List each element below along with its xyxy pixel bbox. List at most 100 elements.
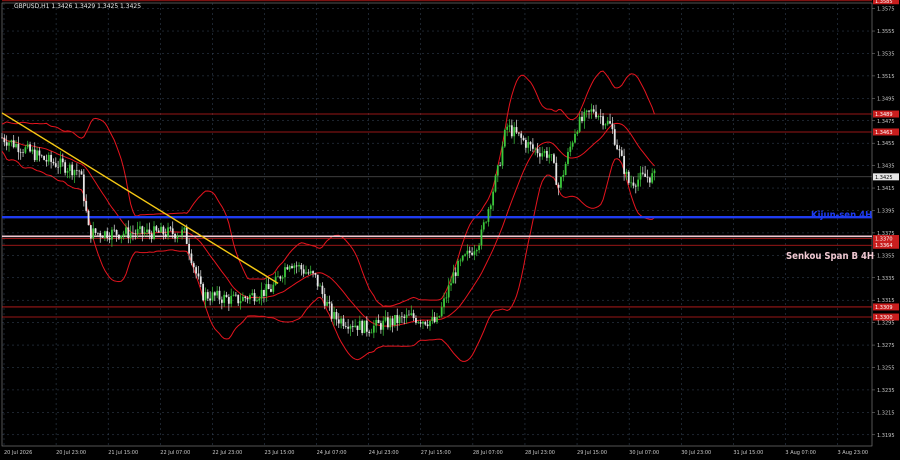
candle-body — [38, 150, 41, 156]
candle-body — [1, 137, 3, 139]
candle-body — [370, 332, 373, 334]
chart-window: 1.3585 1.3489 1.3463 1.3370 1.3364 1.3309 1.33… — [0, 0, 900, 460]
candle-body — [398, 316, 401, 324]
candle-body — [174, 234, 176, 239]
candle-body — [108, 238, 111, 240]
candle-body — [569, 146, 572, 152]
candle-body — [634, 185, 637, 187]
candle-body — [66, 170, 69, 173]
x-tick-label: 30 Jul 07:00 — [629, 450, 659, 456]
candle-body — [153, 226, 155, 239]
candle-body — [489, 205, 492, 210]
price-axis: 1.35751.35551.35351.35151.34951.34751.34… — [872, 7, 895, 439]
candle-body — [653, 170, 656, 174]
candle-body — [616, 144, 618, 150]
candle-body — [218, 290, 221, 300]
candle-body — [206, 292, 209, 299]
candle-body — [127, 227, 130, 239]
candle-body — [19, 152, 22, 153]
candle-body — [274, 276, 277, 285]
candle-body — [648, 177, 651, 183]
candle-body — [101, 236, 104, 238]
candle-body — [52, 161, 55, 164]
candle-body — [15, 144, 17, 148]
candle-body — [298, 265, 300, 267]
y-tick-label: 1.3215 — [877, 410, 895, 416]
candle-body — [263, 289, 265, 296]
candle-body — [260, 289, 263, 299]
candle-body — [82, 174, 85, 202]
plot-frame — [1, 2, 873, 447]
candle-body — [89, 225, 92, 239]
candle-body — [384, 317, 387, 321]
candle-body — [57, 166, 60, 168]
candle-body — [410, 313, 413, 316]
candle-body — [309, 271, 312, 274]
candle-body — [148, 229, 151, 234]
candle-body — [176, 236, 179, 239]
candle-body — [232, 294, 235, 296]
candle-body — [510, 125, 513, 137]
candle-body — [204, 292, 207, 301]
candle-body — [567, 151, 569, 165]
candle-body — [611, 123, 614, 130]
candle-body — [450, 283, 452, 286]
candle-body — [515, 127, 518, 133]
candle-body — [43, 156, 45, 160]
candle-body — [543, 150, 546, 154]
candle-body — [277, 276, 279, 278]
candle-body — [241, 296, 244, 302]
candle-body — [26, 144, 29, 148]
candle-body — [529, 142, 532, 145]
candle-body — [307, 272, 310, 274]
candle-body — [609, 121, 611, 124]
candle-body — [106, 231, 109, 239]
current-price-label: 1.3425 — [875, 175, 893, 181]
candle-body — [61, 158, 64, 163]
candle-body — [326, 301, 328, 306]
y-tick-label: 1.3475 — [877, 119, 895, 125]
candle-body — [417, 322, 420, 323]
y-tick-label: 1.3375 — [877, 231, 895, 237]
candle-body — [461, 255, 464, 261]
candle-body — [40, 155, 43, 157]
candle-body — [54, 163, 57, 167]
y-tick-label: 1.3435 — [877, 164, 895, 170]
candle-body — [300, 265, 303, 270]
candle-body — [104, 231, 106, 238]
candle-body — [202, 283, 205, 301]
candle-body — [646, 176, 649, 178]
candle-body — [576, 131, 579, 134]
candle-body — [524, 139, 527, 148]
candle-body — [230, 295, 233, 304]
candle-body — [641, 172, 644, 174]
candle-body — [625, 171, 628, 174]
candle-body — [167, 227, 169, 237]
candle-body — [361, 320, 364, 334]
candle-body — [623, 155, 625, 174]
candle-body — [494, 175, 497, 192]
descending-trendline — [1, 112, 279, 284]
candle-body — [12, 140, 15, 148]
y-tick-label: 1.3355 — [877, 253, 895, 259]
candle-body — [485, 221, 488, 223]
candle-body — [564, 164, 567, 175]
candle-body — [146, 229, 148, 233]
candle-body — [492, 191, 495, 206]
candle-body — [452, 272, 455, 284]
candle-body — [534, 148, 537, 150]
candle-body — [415, 318, 417, 323]
level-tag-label: 1.3364 — [875, 243, 893, 249]
candle-body — [482, 222, 485, 230]
candle-body — [433, 317, 436, 323]
candle-body — [403, 316, 406, 318]
candle-body — [595, 111, 597, 118]
candle-body — [396, 315, 399, 324]
candle-body — [412, 313, 415, 319]
candle-body — [436, 317, 438, 323]
candle-body — [272, 284, 275, 292]
x-tick-label: 29 Jul 15:00 — [577, 450, 607, 456]
candle-body — [401, 316, 403, 318]
candle-body — [31, 149, 34, 152]
candle-body — [302, 269, 305, 274]
